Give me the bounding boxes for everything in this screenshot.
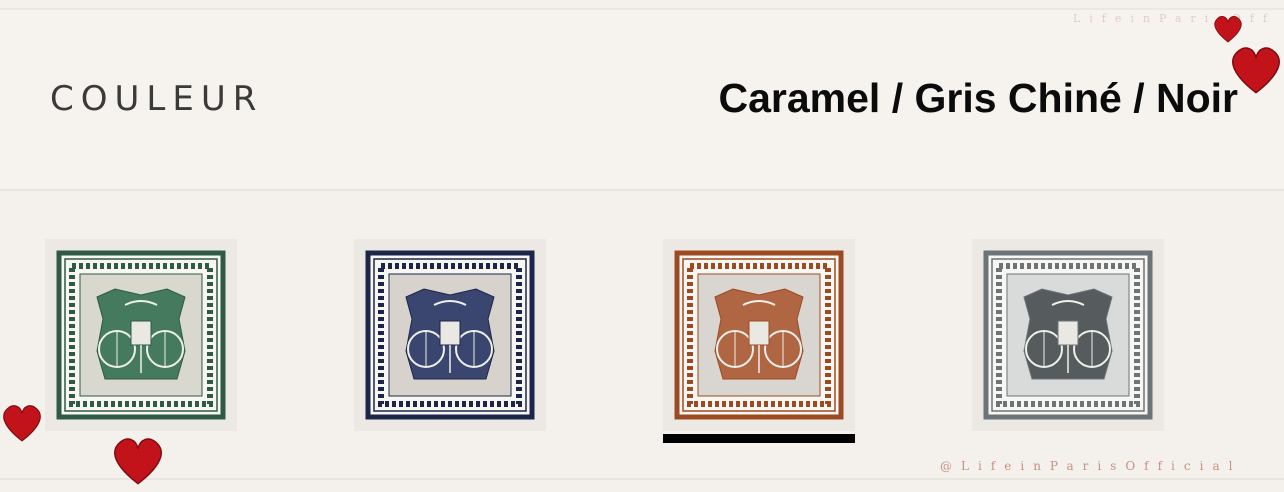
tray-pattern-icon	[365, 250, 535, 420]
selected-color-value: Caramel / Gris Chiné / Noir	[718, 75, 1239, 121]
swatch-navy[interactable]	[354, 239, 546, 431]
selected-swatch-indicator	[663, 434, 855, 443]
heart-sticker-icon	[1232, 47, 1280, 94]
bottom-rule	[0, 478, 1284, 480]
heart-sticker-icon	[3, 405, 41, 442]
swatch-grey[interactable]	[972, 239, 1164, 431]
tray-pattern-icon	[983, 250, 1153, 420]
watermark-top: LifeinParisOff	[1072, 12, 1276, 25]
color-label: Couleur	[50, 79, 264, 119]
swatch-green[interactable]	[45, 239, 237, 431]
heart-sticker-icon	[1214, 16, 1242, 43]
section-divider	[0, 189, 1284, 191]
tray-pattern-icon	[674, 250, 844, 420]
swatch-caramel[interactable]	[663, 239, 855, 431]
watermark-handle: @LifeinParisOfficial	[940, 459, 1242, 473]
heart-sticker-icon	[114, 438, 162, 485]
tray-pattern-icon	[56, 250, 226, 420]
